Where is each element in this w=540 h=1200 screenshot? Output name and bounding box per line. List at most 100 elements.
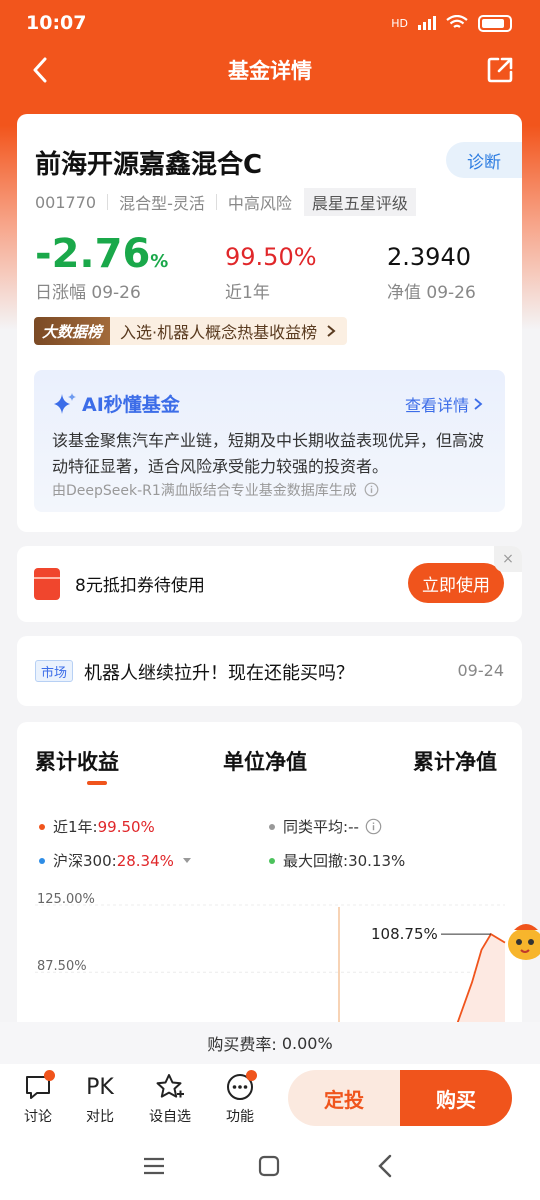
ai-detail-label: 查看详情: [404, 396, 469, 415]
active-tab-indicator: [87, 781, 107, 785]
add-watchlist-button[interactable]: 设自选: [145, 1072, 195, 1126]
watchlist-label: 设自选: [149, 1109, 191, 1125]
year-return-label: 近1年: [225, 283, 270, 303]
legend-dot: [269, 857, 275, 864]
divider: [107, 194, 109, 210]
system-navigation-bar: [0, 1136, 540, 1200]
nav-metric: 2.3940 净值 09-26: [387, 232, 476, 303]
legend-hs300-label: 沪深300:: [53, 852, 117, 870]
back-icon[interactable]: [377, 1154, 393, 1178]
chat-icon: [23, 1070, 55, 1102]
rank-banner[interactable]: 大数据榜 入选·机器人概念热基收益榜: [34, 317, 348, 345]
fee-bar: 购买费率: 0.00%: [0, 1022, 540, 1064]
fee-value: 0.00%: [281, 1033, 333, 1053]
use-coupon-button[interactable]: 立即使用: [408, 563, 504, 603]
chart-tabs: 累计收益 单位净值 累计净值: [35, 746, 505, 786]
daily-change-label: 日涨幅 09-26: [35, 283, 141, 303]
mascot-icon[interactable]: [506, 916, 540, 964]
battery-icon: [478, 14, 512, 32]
daily-change-number: -2.76: [35, 231, 151, 277]
share-icon: [487, 57, 513, 83]
info-icon[interactable]: [364, 482, 379, 497]
rating-badge: 晨星五星评级: [303, 188, 416, 216]
ai-detail-link[interactable]: 查看详情: [405, 392, 483, 416]
news-card[interactable]: 市场 机器人继续拉升！现在还能买吗？ 09-24: [17, 636, 522, 706]
fund-code: 001770: [35, 192, 97, 212]
y-tick-label: 87.50%: [37, 959, 87, 974]
tab-cumulative-nav[interactable]: 累计净值: [413, 746, 497, 776]
bottom-action-bar: 讨论 PK 对比 设自选 功能 定投 购买: [0, 1064, 540, 1136]
rank-text: 入选·机器人概念热基收益榜: [110, 317, 348, 345]
pk-icon: PK: [86, 1074, 114, 1100]
legend-drawdown-value: 30.13%: [348, 851, 406, 870]
back-button[interactable]: [22, 52, 58, 88]
menu-icon[interactable]: [143, 1156, 165, 1176]
home-icon[interactable]: [258, 1155, 280, 1177]
compare-label: 对比: [86, 1109, 114, 1125]
fund-type: 混合型-灵活: [119, 194, 205, 213]
more-icon: [225, 1070, 257, 1102]
sparkle-icon: [54, 392, 76, 414]
fund-info-card: 前海开源嘉鑫混合C 诊断 001770 混合型-灵活 中高风险 晨星五星评级 -…: [17, 114, 522, 532]
rank-text-label: 入选·机器人概念热基收益榜: [120, 323, 318, 342]
ai-footer-text: 由DeepSeek-R1满血版结合专业基金数据库生成: [52, 483, 357, 499]
star-plus-icon: [155, 1072, 185, 1102]
tab-unit-nav[interactable]: 单位净值: [223, 746, 307, 776]
legend-peer-average: 同类平均: --: [269, 816, 382, 837]
nav-value: 2.3940: [387, 243, 471, 271]
sip-button[interactable]: 定投: [288, 1070, 400, 1126]
legend-hs300[interactable]: 沪深300: 28.34%: [39, 850, 192, 871]
nav-label: 净值 09-26: [387, 283, 476, 303]
discuss-label: 讨论: [24, 1109, 52, 1125]
legend-peer-label: 同类平均:: [283, 818, 349, 836]
fund-risk: 中高风险: [227, 194, 292, 213]
discuss-button[interactable]: 讨论: [13, 1070, 63, 1126]
navigation-bar: 基金详情: [0, 46, 540, 94]
news-tag: 市场: [35, 660, 74, 682]
daily-change-unit: %: [150, 251, 169, 272]
news-title: 机器人继续拉升！现在还能买吗？: [84, 663, 354, 684]
diagnose-button[interactable]: 诊断: [446, 142, 522, 178]
year-return-metric: 99.50% 近1年: [225, 232, 317, 303]
legend-dot: [39, 857, 45, 864]
fee-label: 购买费率:: [207, 1035, 277, 1054]
series-line-near-year: [455, 932, 506, 1027]
legend-peer-value: --: [348, 817, 359, 836]
ai-summary-box: AI秒懂基金 查看详情 该基金聚焦汽车产业链，短期及中长期收益表现优异，但高波动…: [34, 370, 505, 512]
year-return-value: 99.50%: [225, 243, 317, 271]
buy-button[interactable]: 购买: [400, 1070, 512, 1126]
chevron-right-icon: [327, 325, 336, 337]
signal-icon: [418, 16, 436, 30]
tab-cumulative-return[interactable]: 累计收益: [35, 746, 119, 776]
caret-down-icon: [182, 857, 191, 863]
legend-dot: [39, 823, 45, 830]
network-type: HD: [391, 16, 408, 30]
info-icon[interactable]: [365, 818, 382, 835]
status-bar: 10:07 HD: [0, 0, 540, 46]
close-icon[interactable]: ×: [494, 546, 522, 572]
metrics-row: -2.76% 日涨幅 09-26 99.50% 近1年 2.3940 净值 09…: [35, 232, 505, 303]
legend-near-year-value: 99.50%: [97, 817, 155, 836]
daily-change-metric: -2.76% 日涨幅 09-26: [35, 232, 168, 303]
compare-button[interactable]: PK 对比: [75, 1072, 125, 1126]
share-button[interactable]: [482, 52, 518, 88]
performance-chart-card: 累计收益 单位净值 累计净值 近1年: 99.50% 同类平均: -- 沪深30…: [17, 722, 522, 1042]
page-title: 基金详情: [228, 59, 312, 83]
y-tick-label: 125.00%: [37, 892, 95, 907]
status-icons: HD: [391, 14, 512, 32]
coupon-text: 8元抵扣券待使用: [75, 576, 205, 596]
fund-tags: 001770 混合型-灵活 中高风险 晨星五星评级: [35, 188, 416, 216]
divider: [215, 194, 217, 210]
notification-dot: [246, 1070, 257, 1081]
legend-near-year: 近1年: 99.50%: [39, 816, 155, 837]
news-date: 09-24: [457, 661, 505, 680]
legend-near-year-label: 近1年:: [53, 818, 98, 836]
functions-button[interactable]: 功能: [215, 1070, 265, 1126]
red-envelope-icon: [34, 568, 60, 600]
status-time: 10:07: [26, 12, 87, 34]
legend-dot: [269, 823, 275, 830]
chevron-left-icon: [33, 57, 47, 83]
ai-title: AI秒懂基金: [52, 390, 180, 417]
legend-hs300-value: 28.34%: [116, 851, 174, 870]
series-area: [35, 934, 505, 1027]
